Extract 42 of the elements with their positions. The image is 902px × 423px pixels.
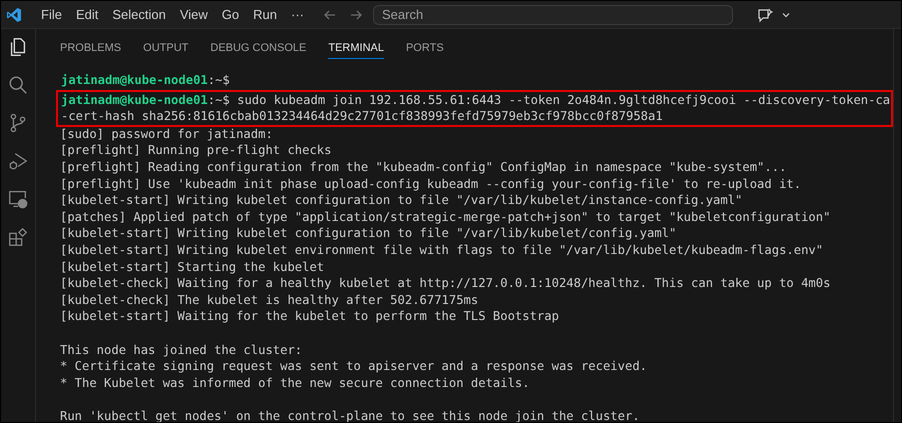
chat-sparkle-icon[interactable] <box>757 6 773 22</box>
panel-tab[interactable]: PORTS <box>406 36 444 58</box>
menu-item[interactable]: Edit <box>68 7 106 22</box>
remote-monitor-icon[interactable] <box>7 188 29 210</box>
output-line: [kubelet-start] Starting the kubelet <box>60 260 324 274</box>
output-line: This node has joined the cluster: <box>60 342 302 356</box>
extensions-icon[interactable] <box>7 226 29 248</box>
output-line: [kubelet-start] Waiting for the kubelet to perform the TLS Bootstrap <box>60 309 559 324</box>
prompt-path: :~$ <box>208 73 230 87</box>
menu-item[interactable]: Run <box>246 7 284 22</box>
output-line: [preflight] Reading configuration from the "kubeadm-config" ConfigMap in namespace "kube-system"... <box>60 160 786 174</box>
menu-item[interactable]: Go <box>214 7 246 22</box>
search-icon[interactable] <box>7 74 29 96</box>
back-arrow-icon[interactable] <box>323 8 337 22</box>
editor-logo-icon[interactable] <box>6 6 22 22</box>
run-debug-icon[interactable] <box>7 150 29 172</box>
prompt-path: :~$ <box>208 92 230 107</box>
prompt-user-host: jatinadm@kube-node01 <box>61 73 208 87</box>
search-field[interactable]: Search <box>373 4 733 24</box>
output-line: [kubelet-check] Waiting for a healthy kubelet at http://127.0.0.1:10248/healthz. This can take up to 4m0s <box>60 276 830 290</box>
output-line: [sudo] password for jatinadm: <box>60 126 273 141</box>
command-text: -cert-hash sha256:81616cbab013234464d29c27701cf838993fefd75979eb3cf978bcc0f87958a1 <box>61 109 663 124</box>
menu-item[interactable]: File <box>34 7 69 22</box>
panel-tab[interactable]: OUTPUT <box>143 36 188 58</box>
panel-tab[interactable]: DEBUG CONSOLE <box>210 36 306 58</box>
panel-tab[interactable]: TERMINAL <box>328 36 384 58</box>
output-line: [preflight] Use 'kubeadm init phase upload-config kubeadm --config your-config-file' to re-upload it. <box>60 176 802 191</box>
prompt-user-host: jatinadm@kube-node01 <box>61 92 208 107</box>
output-line: * Certificate signing request was sent to apiserver and a response was received. <box>60 359 647 374</box>
output-line: [preflight] Running pre-flight checks <box>60 143 332 158</box>
menu-item[interactable]: Selection <box>105 7 173 22</box>
output-line: [kubelet-check] The kubelet is healthy after 502.677175ms <box>60 292 478 307</box>
command-text: sudo kubeadm join 192.168.55.61:6443 --token 2o484n.9gltd8hcefj9cooi --discovery-token-ca <box>237 92 890 107</box>
forward-arrow-icon[interactable] <box>349 8 363 22</box>
output-line: [kubelet-start] Writing kubelet configuration to file "/var/lib/kubelet/instance-config.yaml" <box>60 193 742 208</box>
output-line: [kubelet-start] Writing kubelet environment file with flags to file "/var/lib/kubelet/kubeadm-flags.env" <box>60 242 824 257</box>
output-line: [patches] Applied patch of type "application/strategic-merge-patch+json" to target "kubeletconfiguration" <box>60 210 830 224</box>
panel-tab[interactable]: PROBLEMS <box>60 36 122 58</box>
menu-item[interactable]: View <box>172 7 215 22</box>
output-line: [kubelet-start] Writing kubelet configuration to file "/var/lib/kubelet/config.yaml" <box>60 226 676 240</box>
more-menu-button[interactable]: ··· <box>284 7 311 22</box>
output-line: * The Kubelet was informed of the new secure connection details. <box>60 376 530 390</box>
